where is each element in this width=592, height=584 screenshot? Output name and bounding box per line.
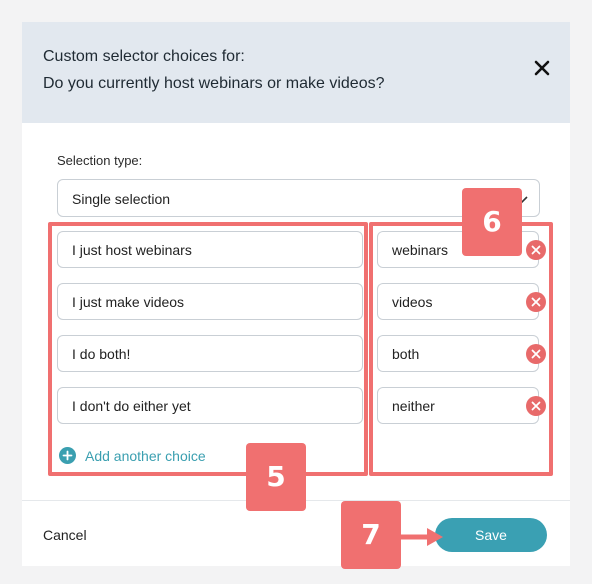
annotation-badge-5: 5 <box>246 443 306 511</box>
annotation-badge-7: 7 <box>341 501 401 569</box>
cancel-button[interactable]: Cancel <box>43 527 87 543</box>
save-button[interactable]: Save <box>435 518 547 552</box>
dialog-question: Do you currently host webinars or make v… <box>43 75 385 92</box>
dialog-title: Custom selector choices for: <box>43 48 245 65</box>
dialog-header: Custom selector choices for: Do you curr… <box>22 22 570 123</box>
annotation-box-values <box>369 222 553 476</box>
annotation-badge-6: 6 <box>462 188 522 256</box>
arrow-right-icon <box>399 528 443 546</box>
close-icon[interactable] <box>532 58 552 78</box>
selection-type-value: Single selection <box>72 191 171 207</box>
annotation-box-choices <box>48 222 368 476</box>
selection-type-label: Selection type: <box>57 153 143 168</box>
